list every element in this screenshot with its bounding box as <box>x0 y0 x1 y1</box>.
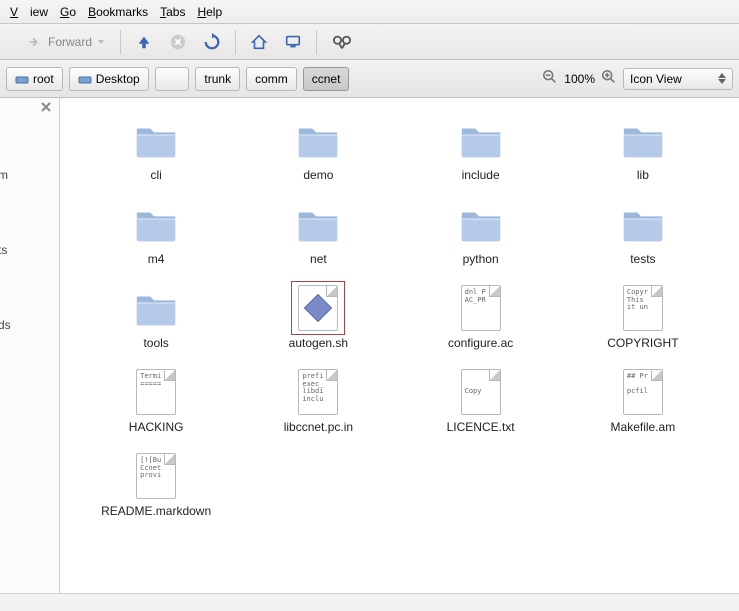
navigation-toolbar: Forward <box>0 24 739 60</box>
item-label: net <box>310 252 327 266</box>
zoom-out-button[interactable] <box>542 69 558 88</box>
folder-item[interactable]: m4 <box>80 196 232 270</box>
dropdown-icon <box>718 73 726 84</box>
file-icon: Copyr This it un <box>619 284 667 332</box>
sidebar-section[interactable]: ts <box>0 243 7 257</box>
folder-icon <box>132 284 180 332</box>
status-bar <box>0 593 739 611</box>
back-dropdown-icon[interactable] <box>4 38 16 46</box>
file-item[interactable]: dnl P AC_PR configure.ac <box>405 280 557 354</box>
file-icon: Copy <box>457 368 505 416</box>
drive-icon <box>78 73 92 85</box>
folder-icon <box>457 116 505 164</box>
drive-icon <box>15 73 29 85</box>
script-icon <box>294 284 342 332</box>
menu-go[interactable]: Go <box>54 3 82 21</box>
up-button[interactable] <box>129 29 159 55</box>
file-item[interactable]: prefi exec_ libdi inclu libccnet.pc.in <box>242 364 394 438</box>
file-icon: Termi ===== <box>132 368 180 416</box>
home-button[interactable] <box>244 29 274 55</box>
stop-button <box>163 29 193 55</box>
folder-icon <box>294 200 342 248</box>
item-label: COPYRIGHT <box>607 336 678 350</box>
sidebar-section[interactable]: ds <box>0 318 11 332</box>
file-item[interactable]: Copyr This it un COPYRIGHT <box>567 280 719 354</box>
menu-help[interactable]: Help <box>191 3 228 21</box>
folder-icon <box>619 200 667 248</box>
item-label: libccnet.pc.in <box>284 420 353 434</box>
item-label: autogen.sh <box>289 336 348 350</box>
folder-item[interactable]: lib <box>567 112 719 186</box>
file-item[interactable]: autogen.sh <box>242 280 394 354</box>
computer-button[interactable] <box>278 29 308 55</box>
path-crumb-label: comm <box>255 72 288 86</box>
forward-button: Forward <box>20 29 112 55</box>
item-label: HACKING <box>129 420 184 434</box>
item-label: m4 <box>148 252 165 266</box>
file-item[interactable]: Copy LICENCE.txt <box>405 364 557 438</box>
item-label: LICENCE.txt <box>447 420 515 434</box>
file-item[interactable]: [![Bu Ccnet provi README.markdown <box>80 448 232 522</box>
folder-item[interactable]: net <box>242 196 394 270</box>
item-label: python <box>463 252 499 266</box>
folder-item[interactable]: python <box>405 196 557 270</box>
folder-icon <box>294 116 342 164</box>
folder-item[interactable]: demo <box>242 112 394 186</box>
menu-bookmarks[interactable]: Bookmarks <box>82 3 154 21</box>
path-crumb[interactable] <box>155 67 190 91</box>
path-crumb-label <box>164 72 181 86</box>
item-label: Makefile.am <box>611 420 676 434</box>
file-icon: [![Bu Ccnet provi <box>132 452 180 500</box>
path-crumb[interactable]: trunk <box>195 67 240 91</box>
path-crumb-label: ccnet <box>312 72 341 86</box>
file-item[interactable]: ## Pr pcfil Makefile.am <box>567 364 719 438</box>
zoom-level-label: 100% <box>564 72 595 86</box>
path-crumb[interactable]: ccnet <box>303 67 350 91</box>
folder-icon <box>132 200 180 248</box>
item-label: lib <box>637 168 649 182</box>
path-crumb-label: Desktop <box>96 72 140 86</box>
item-label: demo <box>303 168 333 182</box>
menu-bar: View Go Bookmarks Tabs Help <box>0 0 739 24</box>
path-crumb-label: root <box>33 72 54 86</box>
forward-label: Forward <box>48 35 92 49</box>
item-label: tests <box>630 252 655 266</box>
folder-icon <box>457 200 505 248</box>
item-label: include <box>462 168 500 182</box>
menu-view[interactable]: View <box>4 3 54 21</box>
item-label: tools <box>143 336 168 350</box>
menu-tabs[interactable]: Tabs <box>154 3 191 21</box>
file-item[interactable]: Termi ===== HACKING <box>80 364 232 438</box>
file-icon: dnl P AC_PR <box>457 284 505 332</box>
close-sidebar-button[interactable] <box>39 100 53 117</box>
sidebar-section[interactable]: m <box>0 168 8 182</box>
search-button[interactable] <box>325 29 359 55</box>
path-crumb[interactable]: root <box>6 67 63 91</box>
item-label: configure.ac <box>448 336 513 350</box>
folder-icon <box>132 116 180 164</box>
file-icon: prefi exec_ libdi inclu <box>294 368 342 416</box>
file-icon: ## Pr pcfil <box>619 368 667 416</box>
path-crumb-label: trunk <box>204 72 231 86</box>
folder-icon <box>619 116 667 164</box>
path-crumb[interactable]: Desktop <box>69 67 149 91</box>
view-mode-select[interactable]: Icon View <box>623 68 733 90</box>
icon-view-area[interactable]: cli demo include lib m4 net python tests tools au… <box>60 98 739 593</box>
path-bar: root Desktop trunk comm ccnet 100% Icon Vie… <box>0 60 739 98</box>
folder-item[interactable]: tests <box>567 196 719 270</box>
reload-button[interactable] <box>197 29 227 55</box>
item-label: README.markdown <box>101 504 211 518</box>
folder-item[interactable]: tools <box>80 280 232 354</box>
view-mode-label: Icon View <box>630 72 682 86</box>
side-panel: m ts ds <box>0 98 60 593</box>
path-crumb[interactable]: comm <box>246 67 297 91</box>
item-label: cli <box>150 168 161 182</box>
folder-item[interactable]: include <box>405 112 557 186</box>
folder-item[interactable]: cli <box>80 112 232 186</box>
zoom-in-button[interactable] <box>601 69 617 88</box>
